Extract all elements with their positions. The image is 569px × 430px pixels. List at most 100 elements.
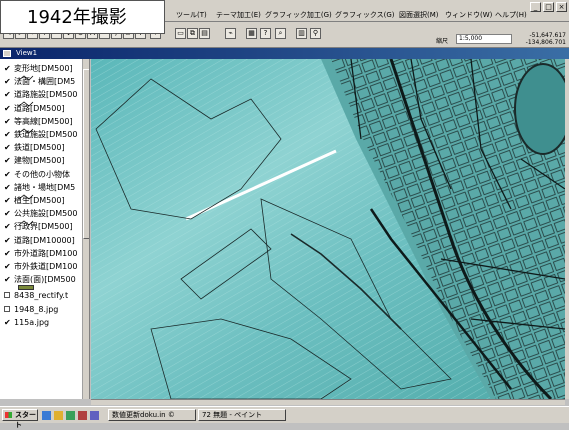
task-gis-app[interactable]: 数値更新doku.in ©	[108, 409, 196, 421]
layer-checkbox-checked[interactable]: ✔	[4, 197, 11, 205]
paste-icon[interactable]: ▤	[199, 28, 210, 39]
folder-quicklaunch-icon[interactable]	[54, 411, 63, 420]
layer-item[interactable]: ✔ 道路[DM10000]	[4, 235, 75, 247]
layer-label: 建物[DM500]	[14, 156, 65, 166]
layer-checkbox[interactable]	[4, 305, 10, 312]
view-window-titlebar[interactable]: View1	[0, 48, 569, 59]
stadium	[514, 63, 565, 155]
layer-checkbox-checked[interactable]: ✔	[4, 236, 11, 244]
layer-item[interactable]: 1948_8.jpg	[4, 305, 58, 317]
scale-input[interactable]: 1:5,000	[456, 34, 512, 44]
tool-quicklaunch-icon[interactable]	[90, 411, 99, 420]
layer-item[interactable]: ✔ 115a.jpg	[4, 318, 49, 330]
map-vertical-scrollbar[interactable]	[565, 59, 569, 399]
layer-list-scrollbar[interactable]	[82, 59, 89, 399]
layer-label: 115a.jpg	[14, 317, 50, 327]
layer-symbol-fill	[18, 285, 34, 291]
menu-graphics[interactable]: グラフィックス(G)	[335, 10, 395, 20]
layer-item[interactable]: ✔ 市外鉄道[DM100	[4, 261, 77, 273]
coordinate-y: -134,806.701	[525, 39, 566, 46]
query-icon[interactable]: ?	[260, 28, 271, 39]
layer-item[interactable]: 8438_rectify.t	[4, 291, 68, 303]
layer-label: その他の小物体	[14, 169, 70, 179]
menu-graphic-edit[interactable]: グラフィック加工(G)	[265, 10, 332, 20]
map-horizontal-scrollbar[interactable]	[91, 399, 565, 405]
scrollbar-thumb[interactable]	[83, 69, 89, 239]
layer-icon[interactable]: ▭	[175, 28, 186, 39]
find-icon[interactable]: ⌕	[275, 28, 286, 39]
layer-item[interactable]: ✔ 法面・構囲[DM5	[4, 76, 75, 88]
window-controls: _ □ ×	[530, 2, 567, 12]
layer-checkbox-checked[interactable]: ✔	[4, 131, 11, 139]
layer-checkbox-checked[interactable]: ✔	[4, 170, 11, 178]
start-button[interactable]: スタート	[2, 409, 38, 429]
layer-checkbox-checked[interactable]: ✔	[4, 318, 11, 326]
close-icon[interactable]: ×	[556, 2, 567, 12]
layer-checkbox-checked[interactable]: ✔	[4, 223, 11, 231]
layer-checkbox-checked[interactable]: ✔	[4, 91, 11, 99]
menu-window[interactable]: ウィンドウ(W)	[445, 10, 492, 20]
task-paint[interactable]: 72 無題 - ペイント	[198, 409, 286, 421]
media-quicklaunch-icon[interactable]	[78, 411, 87, 420]
layer-label: 1948_8.jpg	[14, 304, 59, 314]
layer-checkbox-checked[interactable]: ✔	[4, 249, 11, 257]
layer-label: 鉄道[DM500]	[14, 143, 65, 153]
layer-label: 市外鉄道[DM100	[14, 262, 78, 271]
layer-item[interactable]: ✔ 市外道路[DM100	[4, 248, 77, 260]
copy-icon[interactable]: ⧉	[187, 28, 198, 39]
layer-label: 鉄道施設[DM500	[14, 130, 78, 139]
layer-item[interactable]: ✔ 植生[DM500]	[4, 195, 65, 207]
layer-item[interactable]: ✔ 法面(面)[DM500	[4, 274, 76, 286]
coordinate-readout: -51,647.617 -134,806.701	[518, 32, 566, 46]
layer-checkbox-checked[interactable]: ✔	[4, 144, 11, 152]
layer-checkbox-checked[interactable]: ✔	[4, 276, 11, 284]
layer-checkbox-checked[interactable]: ✔	[4, 210, 11, 218]
layer-label: 市外道路[DM100	[14, 248, 78, 258]
layer-label: 道路[DM500]	[14, 103, 65, 113]
view-window-title: View1	[16, 49, 38, 57]
menu-drawing-select[interactable]: 図面選択(M)	[399, 10, 439, 20]
layer-item[interactable]: ✔ 建物[DM500]	[4, 155, 65, 167]
layer-label: 8438_rectify.t	[14, 291, 69, 301]
layer-label: 道路[DM10000]	[14, 235, 75, 245]
browser-quicklaunch-icon[interactable]	[42, 411, 51, 420]
layer-item[interactable]: ✔ 道路施設[DM500	[4, 89, 77, 101]
layer-checkbox-checked[interactable]: ✔	[4, 104, 11, 112]
layer-checkbox-checked[interactable]: ✔	[4, 65, 11, 73]
layer-item[interactable]: ✔ 公共施設[DM500	[4, 208, 77, 220]
layer-item[interactable]: ✔ 諸地・場地[DM5	[4, 182, 75, 194]
snap-icon[interactable]: ⌁	[225, 28, 236, 39]
layer-label: 行政界[DM500]	[14, 222, 73, 232]
link-icon[interactable]: ⚲	[310, 28, 321, 39]
layer-label: 変形地[DM500]	[14, 64, 73, 73]
layer-item[interactable]: ✔ その他の小物体	[4, 169, 70, 181]
menu-tools[interactable]: ツール(T)	[176, 10, 207, 20]
minimize-icon[interactable]: _	[530, 2, 541, 12]
layer-checkbox-checked[interactable]: ✔	[4, 117, 11, 125]
layer-item[interactable]: ✔ 変形地[DM500]	[4, 63, 73, 75]
view-window-icon	[3, 50, 11, 57]
layer-label: 道路施設[DM500	[14, 90, 78, 100]
layer-checkbox-checked[interactable]: ✔	[4, 157, 11, 165]
layer-checkbox-checked[interactable]: ✔	[4, 183, 11, 191]
layer-label: 植生[DM500]	[14, 196, 65, 205]
chart-icon[interactable]: ▥	[296, 28, 307, 39]
layer-item[interactable]: ✔ 等高線[DM500]	[4, 116, 73, 128]
layer-item[interactable]: ✔ 鉄道施設[DM500	[4, 129, 77, 141]
map-canvas[interactable]	[91, 59, 565, 399]
layer-label: 法面(面)[DM500	[14, 275, 76, 285]
menu-help[interactable]: ヘルプ(H)	[495, 10, 527, 20]
layer-item[interactable]: ✔ 鉄道[DM500]	[4, 142, 65, 154]
layer-checkbox[interactable]	[4, 292, 10, 299]
maximize-icon[interactable]: □	[543, 2, 554, 12]
table-icon[interactable]: ▦	[246, 28, 257, 39]
layer-checkbox-checked[interactable]: ✔	[4, 263, 11, 271]
layer-checkbox-checked[interactable]: ✔	[4, 78, 11, 86]
layer-item[interactable]: ✔ 道路[DM500]	[4, 103, 65, 115]
start-label: スタート	[15, 411, 36, 429]
layer-item[interactable]: ✔ 行政界[DM500]	[4, 221, 73, 233]
app-quicklaunch-icon[interactable]	[66, 411, 75, 420]
scale-label: 縮尺	[436, 38, 449, 45]
layer-label: 等高線[DM500]	[14, 116, 73, 126]
menu-theme-edit[interactable]: テーマ加工(E)	[216, 10, 261, 20]
